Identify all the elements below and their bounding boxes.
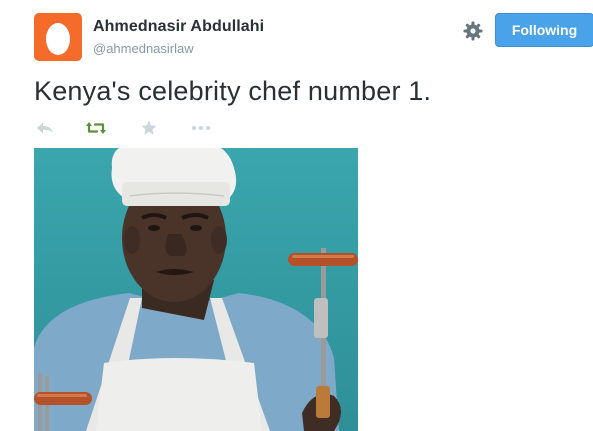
tweet-photo[interactable] — [34, 148, 358, 431]
avatar[interactable] — [34, 13, 82, 61]
gear-icon[interactable] — [462, 20, 484, 42]
tweet-text: Kenya's celebrity chef number 1. — [34, 76, 432, 106]
author-handle[interactable]: @ahmednasirlaw — [93, 41, 194, 56]
author-name[interactable]: Ahmednasir Abdullahi — [93, 18, 264, 36]
star-icon[interactable] — [138, 118, 160, 138]
more-icon[interactable] — [190, 118, 212, 138]
following-button[interactable]: Following — [495, 13, 593, 47]
egg-icon — [46, 23, 70, 55]
reply-icon[interactable] — [34, 118, 56, 138]
retweet-icon[interactable] — [85, 118, 107, 138]
